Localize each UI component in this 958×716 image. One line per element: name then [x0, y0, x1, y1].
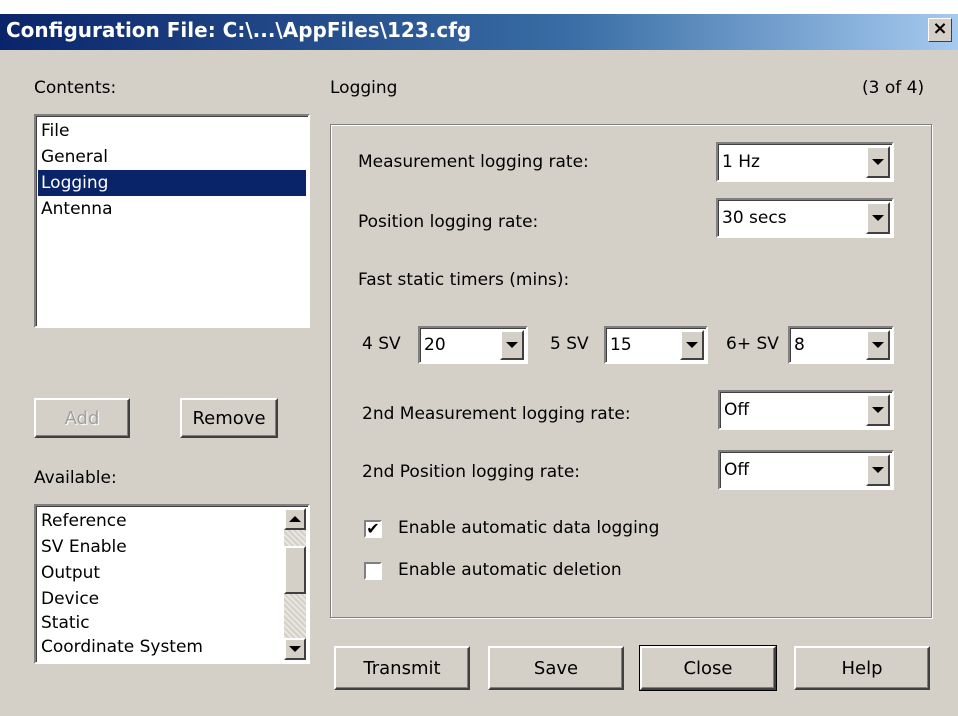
list-item[interactable]: File [38, 118, 306, 144]
list-item[interactable]: Antenna [38, 196, 306, 222]
contents-list[interactable]: File General Logging Antenna [34, 114, 310, 328]
sv5-value: 15 [610, 335, 632, 355]
add-button[interactable]: Add [34, 398, 130, 438]
chevron-down-icon [872, 407, 884, 413]
save-button[interactable]: Save [488, 646, 624, 690]
list-item[interactable]: Static [38, 610, 282, 636]
window-title: Configuration File: C:\...\AppFiles\123.… [6, 18, 472, 42]
scroll-down-button[interactable] [284, 638, 306, 660]
sv5-select[interactable]: 15 [604, 326, 708, 364]
chevron-down-icon [872, 342, 884, 348]
dropdown-button[interactable] [866, 330, 890, 360]
remove-button[interactable]: Remove [180, 398, 278, 438]
auto-logging-label[interactable]: Enable automatic data logging [398, 518, 659, 538]
list-item[interactable]: SV Enable [38, 534, 282, 560]
sv4-label: 4 SV [362, 334, 401, 354]
second-measurement-label: 2nd Measurement logging rate: [362, 404, 631, 424]
chevron-down-icon [686, 342, 698, 348]
measurement-rate-label: Measurement logging rate: [358, 152, 589, 172]
help-button[interactable]: Help [794, 646, 930, 690]
title-bar: Configuration File: C:\...\AppFiles\123.… [0, 14, 958, 50]
position-rate-select[interactable]: 30 secs [716, 198, 894, 238]
scroll-up-button[interactable] [284, 508, 306, 530]
available-list[interactable]: Reference SV Enable Output Device Static… [34, 504, 310, 664]
available-label: Available: [34, 468, 117, 488]
available-scrollbar[interactable] [284, 508, 306, 660]
sv4-value: 20 [424, 335, 446, 355]
close-window-button[interactable]: × [928, 18, 952, 42]
check-icon: ✔ [366, 519, 380, 538]
auto-deletion-label[interactable]: Enable automatic deletion [398, 560, 622, 580]
position-rate-value: 30 secs [722, 208, 787, 228]
page-indicator: (3 of 4) [862, 78, 925, 98]
close-button[interactable]: Close [639, 645, 777, 691]
list-item[interactable]: Coordinate System [38, 634, 282, 660]
auto-logging-checkbox[interactable]: ✔ [364, 520, 382, 538]
list-item[interactable]: Reference [38, 508, 282, 534]
position-rate-label: Position logging rate: [358, 212, 539, 232]
second-position-value: Off [724, 460, 750, 480]
dropdown-button[interactable] [866, 454, 890, 486]
fast-static-label: Fast static timers (mins): [358, 270, 570, 290]
sv4-select[interactable]: 20 [418, 326, 528, 364]
sv5-label: 5 SV [550, 334, 589, 354]
arrow-down-icon [289, 646, 301, 652]
dropdown-button[interactable] [866, 202, 890, 234]
sv6-value: 8 [794, 335, 805, 355]
second-measurement-select[interactable]: Off [718, 390, 894, 430]
contents-label: Contents: [34, 78, 117, 98]
dropdown-button[interactable] [500, 330, 524, 360]
list-item[interactable]: General [38, 144, 306, 170]
chevron-down-icon [506, 342, 518, 348]
dropdown-button[interactable] [680, 330, 704, 360]
sv6-label: 6+ SV [726, 334, 779, 354]
section-title: Logging [330, 78, 398, 98]
transmit-button[interactable]: Transmit [334, 646, 470, 690]
list-item[interactable]: Device [38, 586, 282, 612]
chevron-down-icon [872, 159, 884, 165]
second-position-label: 2nd Position logging rate: [362, 462, 581, 482]
measurement-rate-select[interactable]: 1 Hz [716, 142, 894, 182]
chevron-down-icon [872, 215, 884, 221]
second-position-select[interactable]: Off [718, 450, 894, 490]
list-item-selected[interactable]: Logging [38, 170, 306, 196]
scroll-thumb[interactable] [284, 546, 306, 594]
top-strip [0, 0, 958, 14]
close-icon: × [932, 18, 948, 39]
auto-deletion-checkbox[interactable] [364, 562, 382, 580]
dropdown-button[interactable] [866, 146, 890, 178]
second-measurement-value: Off [724, 400, 750, 420]
chevron-down-icon [872, 467, 884, 473]
sv6-select[interactable]: 8 [788, 326, 894, 364]
measurement-rate-value: 1 Hz [722, 152, 760, 172]
arrow-up-icon [289, 516, 301, 522]
list-item[interactable]: Output [38, 560, 282, 586]
dropdown-button[interactable] [866, 394, 890, 426]
